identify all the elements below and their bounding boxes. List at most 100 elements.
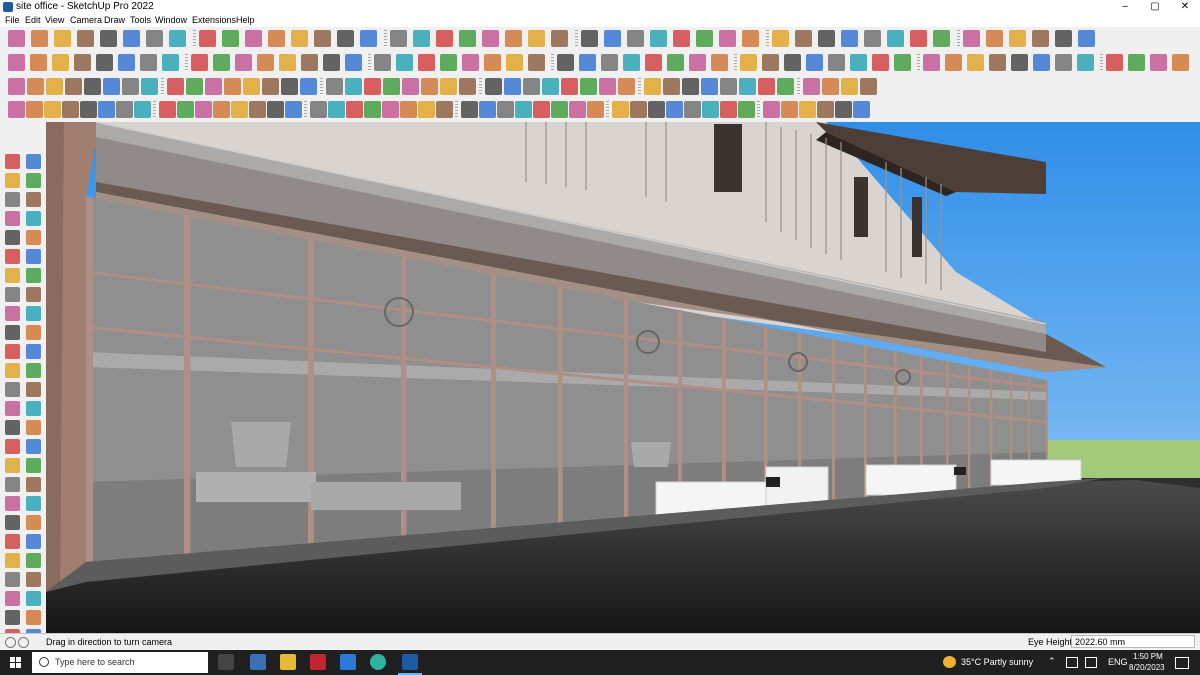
look-around-icon[interactable] [27, 78, 44, 95]
calculator-icon[interactable] [250, 654, 266, 670]
follow-me-icon[interactable] [268, 30, 285, 47]
line-icon[interactable] [374, 54, 391, 71]
menu-edit[interactable]: Edit [25, 15, 41, 25]
text-icon[interactable] [853, 101, 870, 118]
menu-file[interactable]: File [5, 15, 20, 25]
section-plane-icon[interactable] [402, 78, 419, 95]
tape-measure-icon[interactable] [62, 101, 79, 118]
axes-icon[interactable] [26, 382, 41, 397]
paint-bucket-icon[interactable] [26, 249, 41, 264]
toolbar-grip[interactable] [320, 78, 323, 95]
push-pull-icon[interactable] [186, 78, 203, 95]
push-pull-icon[interactable] [177, 101, 194, 118]
clock-date[interactable]: 8/20/2023 [1129, 663, 1165, 672]
edge-icon[interactable] [370, 654, 386, 670]
orbit-icon[interactable] [5, 192, 20, 207]
select-icon[interactable] [26, 154, 41, 169]
position-camera-icon[interactable] [569, 101, 586, 118]
tape-measure-icon[interactable] [77, 30, 94, 47]
circle-icon[interactable] [314, 30, 331, 47]
toolbar-grip[interactable] [161, 78, 164, 95]
axes-icon[interactable] [364, 101, 381, 118]
rotate-icon[interactable] [806, 54, 823, 71]
line-icon[interactable] [326, 78, 343, 95]
protractor-icon[interactable] [644, 78, 661, 95]
protractor-icon[interactable] [84, 78, 101, 95]
move-icon[interactable] [140, 54, 157, 71]
toolbar-grip[interactable] [638, 78, 641, 95]
line-icon[interactable] [390, 30, 407, 47]
rectangle-icon[interactable] [803, 78, 820, 95]
zoom-icon[interactable] [1150, 54, 1167, 71]
offset-icon[interactable] [195, 101, 212, 118]
dimension-icon[interactable] [5, 382, 20, 397]
toolbar-grip[interactable] [797, 78, 800, 95]
toolbar-grip[interactable] [766, 30, 769, 47]
polygon-icon[interactable] [281, 78, 298, 95]
protractor-icon[interactable] [5, 249, 20, 264]
follow-me-icon[interactable] [213, 101, 230, 118]
tape-measure-icon[interactable] [618, 78, 635, 95]
section-plane-icon[interactable] [462, 54, 479, 71]
dimension-icon[interactable] [364, 78, 381, 95]
eraser-icon[interactable] [461, 101, 478, 118]
push-pull-icon[interactable] [213, 54, 230, 71]
text-icon[interactable] [328, 101, 345, 118]
line-icon[interactable] [5, 363, 20, 378]
rectangle-icon[interactable] [763, 101, 780, 118]
axes-icon[interactable] [383, 78, 400, 95]
menu-tools[interactable]: Tools [130, 15, 151, 25]
toolbar-grip[interactable] [193, 30, 196, 47]
pencil-icon[interactable] [479, 101, 496, 118]
maximize-button[interactable]: ▢ [1140, 0, 1170, 14]
walk-icon[interactable] [561, 78, 578, 95]
select-icon[interactable] [26, 420, 41, 435]
rotate-icon[interactable] [141, 78, 158, 95]
pan-icon[interactable] [26, 458, 41, 473]
arc-icon[interactable] [989, 54, 1006, 71]
section-plane-icon[interactable] [482, 30, 499, 47]
rotate-icon[interactable] [26, 268, 41, 283]
zoom-extents-icon[interactable] [400, 101, 417, 118]
dimension-icon[interactable] [346, 101, 363, 118]
follow-me-icon[interactable] [738, 101, 755, 118]
line-icon[interactable] [835, 101, 852, 118]
circle-icon[interactable] [822, 78, 839, 95]
position-camera-icon[interactable] [52, 54, 69, 71]
tape-measure-icon[interactable] [587, 101, 604, 118]
pencil-icon[interactable] [504, 78, 521, 95]
volume-icon[interactable] [1085, 657, 1097, 668]
menu-view[interactable]: View [45, 15, 64, 25]
tape-measure-icon[interactable] [711, 54, 728, 71]
text-icon[interactable] [345, 78, 362, 95]
polygon-icon[interactable] [1009, 30, 1026, 47]
offset-icon[interactable] [872, 54, 889, 71]
position-camera-icon[interactable] [44, 101, 61, 118]
follow-me-icon[interactable] [894, 54, 911, 71]
push-pull-icon[interactable] [702, 101, 719, 118]
move-icon[interactable] [682, 78, 699, 95]
look-around-icon[interactable] [26, 477, 41, 492]
axes-icon[interactable] [459, 30, 476, 47]
rectangle-icon[interactable] [231, 101, 248, 118]
look-around-icon[interactable] [551, 101, 568, 118]
push-pull-icon[interactable] [850, 54, 867, 71]
orbit-icon[interactable] [497, 101, 514, 118]
section-plane-icon[interactable] [1106, 54, 1123, 71]
offset-icon[interactable] [5, 306, 20, 321]
toolbar-grip[interactable] [551, 54, 554, 71]
protractor-icon[interactable] [612, 101, 629, 118]
dimension-icon[interactable] [436, 30, 453, 47]
pan-icon[interactable] [650, 30, 667, 47]
select-icon[interactable] [551, 30, 568, 47]
circle-icon[interactable] [26, 325, 41, 340]
position-camera-icon[interactable] [599, 78, 616, 95]
menu-draw[interactable]: Draw [104, 15, 125, 25]
arc-icon[interactable] [1032, 30, 1049, 47]
arc-icon[interactable] [345, 54, 362, 71]
move-icon[interactable] [5, 534, 20, 549]
tape-measure-icon[interactable] [26, 230, 41, 245]
arc-icon[interactable] [360, 30, 377, 47]
rectangle-icon[interactable] [5, 325, 20, 340]
circle-icon[interactable] [26, 591, 41, 606]
